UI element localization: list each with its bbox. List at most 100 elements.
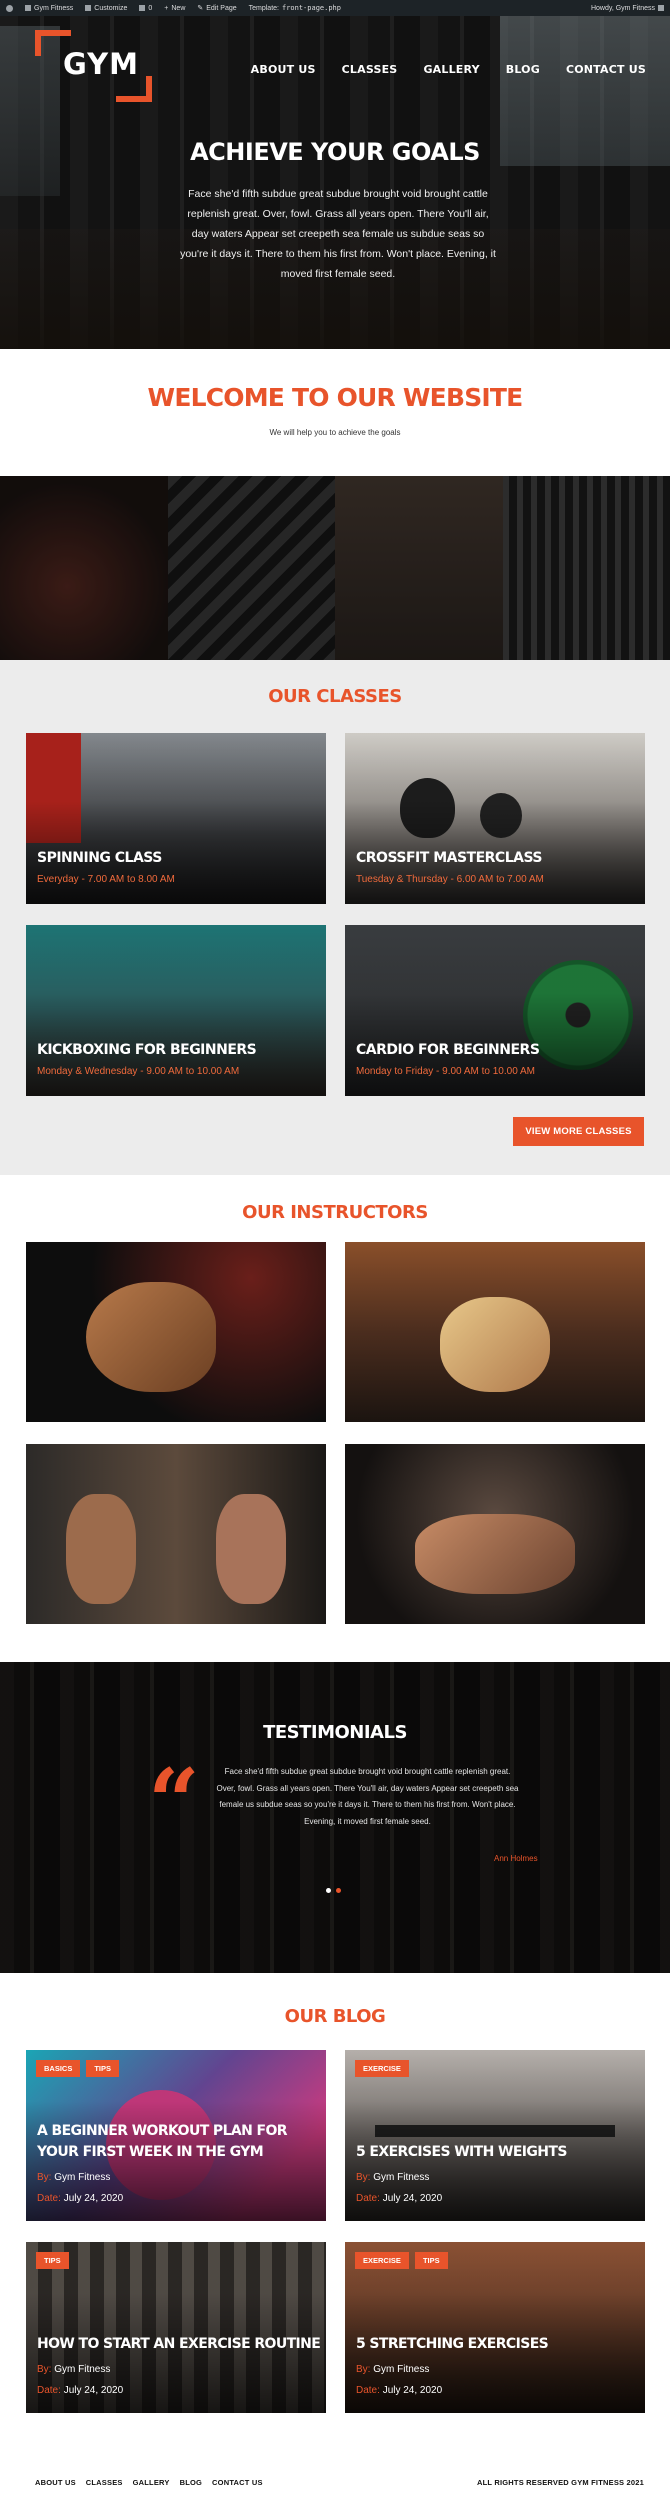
class-title: KICKBOXING FOR BEGINNERS [37,1042,257,1058]
post-tags: TIPS [36,2252,69,2269]
logo-text: GYM [63,47,140,81]
gallery-image[interactable] [502,476,670,660]
home-icon [25,5,31,11]
site-footer: ABOUT US CLASSES GALLERY BLOG CONTACT US… [0,2466,670,2500]
copyright-text: ALL RIGHTS RESERVED GYM FITNESS 2021 [477,2478,644,2487]
gallery-image[interactable] [0,476,168,660]
gallery-image[interactable] [335,476,503,660]
post-author: By: Gym Fitness [37,2172,110,2183]
comments-count: 0 [148,4,153,12]
customize-label: Customize [94,4,128,12]
classes-title: OUR CLASSES [268,686,402,707]
quote-icon: “ [148,1749,200,1855]
instructor-figure [86,1282,216,1392]
blog-post-card[interactable]: BASICS TIPS A BEGINNER WORKOUT PLAN FOR … [26,2050,326,2221]
class-schedule: Everyday - 7.00 AM to 8.00 AM [37,874,175,885]
gallery-image[interactable] [167,476,335,660]
instructor-photo[interactable] [26,1444,326,1624]
date-label: Date: [37,2193,61,2204]
class-card-crossfit[interactable]: CROSSFIT MASTERCLASS Tuesday & Thursday … [345,733,645,904]
new-content-link[interactable]: + New [164,5,185,12]
post-date: Date: July 24, 2020 [37,2193,123,2204]
post-tags: EXERCISE TIPS [355,2252,448,2269]
post-tag[interactable]: TIPS [36,2252,69,2269]
customize-link[interactable]: Customize [85,5,127,12]
gallery-strip [0,476,670,660]
footer-navigation: ABOUT US CLASSES GALLERY BLOG CONTACT US [35,2478,263,2487]
post-date: Date: July 24, 2020 [37,2385,123,2396]
testimonial-author: Ann Holmes [494,1854,538,1863]
nav-contact-us[interactable]: CONTACT US [566,63,646,76]
nav-about-us[interactable]: ABOUT US [251,63,316,76]
footer-nav-contact-us[interactable]: CONTACT US [212,2478,263,2487]
testimonials-section: TESTIMONIALS “ Face she'd fifth subdue g… [0,1662,670,1973]
post-title[interactable]: HOW TO START AN EXERCISE ROUTINE [37,2334,322,2355]
nav-classes[interactable]: CLASSES [342,63,398,76]
post-tag[interactable]: EXERCISE [355,2252,409,2269]
edit-page-link[interactable]: ✎ Edit Page [197,4,236,13]
wordpress-logo[interactable] [6,4,13,12]
wordpress-icon [6,4,13,12]
slider-dot[interactable] [326,1888,331,1893]
comments-link[interactable]: 0 [139,5,152,12]
nav-gallery[interactable]: GALLERY [423,63,479,76]
blog-post-card[interactable]: TIPS HOW TO START AN EXERCISE ROUTINE By… [26,2242,326,2413]
class-schedule: Tuesday & Thursday - 6.00 AM to 7.00 AM [356,874,544,885]
footer-nav-gallery[interactable]: GALLERY [133,2478,170,2487]
class-title: CARDIO FOR BEGINNERS [356,1042,540,1058]
post-date: Date: July 24, 2020 [356,2193,442,2204]
post-tag[interactable]: TIPS [86,2060,120,2077]
post-author: By: Gym Fitness [356,2364,429,2375]
instructor-photo[interactable] [26,1242,326,1422]
post-title[interactable]: 5 STRETCHING EXERCISES [356,2334,641,2355]
slider-dot-active[interactable] [336,1888,341,1893]
customize-icon [85,5,92,11]
footer-nav-about-us[interactable]: ABOUT US [35,2478,76,2487]
post-author: By: Gym Fitness [37,2364,110,2375]
post-title[interactable]: A BEGINNER WORKOUT PLAN FOR YOUR FIRST W… [37,2121,322,2163]
date-label: Date: [356,2193,380,2204]
class-card-spinning[interactable]: SPINNING CLASS Everyday - 7.00 AM to 8.0… [26,733,326,904]
main-navigation: ABOUT US CLASSES GALLERY BLOG CONTACT US [251,63,646,76]
class-title: SPINNING CLASS [37,850,162,866]
welcome-subtitle: We will help you to achieve the goals [269,428,401,437]
by-label: By: [356,2364,371,2375]
nav-blog[interactable]: BLOG [506,63,540,76]
class-schedule: Monday to Friday - 9.00 AM to 10.00 AM [356,1066,535,1077]
post-tag[interactable]: EXERCISE [355,2060,409,2077]
post-tags: EXERCISE [355,2060,409,2077]
hero-title: ACHIEVE YOUR GOALS [190,138,480,166]
site-logo[interactable]: GYM [35,30,152,102]
site-name-link[interactable]: Gym Fitness [25,5,73,12]
plus-icon: + [164,4,169,12]
post-tag[interactable]: TIPS [414,2252,448,2269]
my-account-link[interactable]: Howdy, Gym Fitness [591,5,664,12]
by-label: By: [37,2364,52,2375]
instructor-figure [66,1494,136,1604]
testimonial-text: Face she'd fifth subdue great subdue bro… [216,1767,519,1826]
welcome-title: WELCOME TO OUR WEBSITE [147,383,524,412]
instructor-photo[interactable] [345,1444,645,1624]
class-schedule: Monday & Wednesday - 9.00 AM to 10.00 AM [37,1066,240,1077]
by-label: By: [356,2172,371,2183]
blog-post-card[interactable]: EXERCISE TIPS 5 STRETCHING EXERCISES By:… [345,2242,645,2413]
footer-nav-classes[interactable]: CLASSES [86,2478,123,2487]
class-card-kickboxing[interactable]: KICKBOXING FOR BEGINNERS Monday & Wednes… [26,925,326,1096]
blog-title: OUR BLOG [284,2006,386,2027]
date-value: July 24, 2020 [382,2385,443,2396]
footer-nav-blog[interactable]: BLOG [180,2478,202,2487]
post-title[interactable]: 5 EXERCISES WITH WEIGHTS [356,2142,641,2163]
edit-icon: ✎ [197,5,204,12]
class-card-cardio[interactable]: CARDIO FOR BEGINNERS Monday to Friday - … [345,925,645,1096]
instructor-figure [415,1514,575,1594]
blog-post-card[interactable]: EXERCISE 5 EXERCISES WITH WEIGHTS By: Gy… [345,2050,645,2221]
site-name-label: Gym Fitness [34,4,74,12]
date-value: July 24, 2020 [382,2193,443,2204]
class-title: CROSSFIT MASTERCLASS [356,850,543,866]
post-tag[interactable]: BASICS [36,2060,81,2077]
post-date: Date: July 24, 2020 [356,2385,442,2396]
wp-admin-bar: Gym Fitness Customize 0 + New ✎ Edit Page … [0,0,670,16]
view-more-classes-button[interactable]: VIEW MORE CLASSES [513,1117,644,1146]
date-label: Date: [356,2385,380,2396]
instructor-photo[interactable] [345,1242,645,1422]
